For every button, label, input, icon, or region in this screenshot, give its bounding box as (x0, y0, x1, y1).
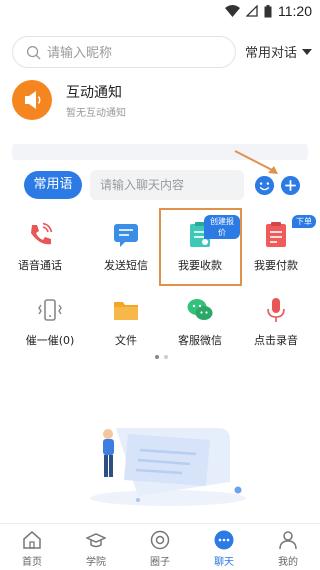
home-icon (23, 531, 41, 549)
annotation-highlight-box (159, 208, 242, 286)
at-circle-icon (150, 530, 170, 550)
grid-item-nudge[interactable]: 催一催(0) (10, 290, 90, 350)
page-dot-active (155, 355, 159, 359)
chat-input[interactable] (90, 170, 244, 200)
grid-item-label: 我要付款 (254, 259, 298, 272)
plus-icon[interactable] (280, 175, 301, 196)
tab-profile[interactable]: 我的 (256, 524, 320, 570)
grid-item-label: 发送短信 (104, 259, 148, 272)
bottom-tab-bar: 首页 学院 圈子 聊天 我的 (0, 523, 320, 570)
sms-icon (114, 224, 138, 247)
search-row: 常用对话 (12, 36, 312, 68)
search-input[interactable] (47, 43, 227, 63)
status-time: 11:20 (278, 3, 312, 19)
battery-icon (264, 4, 272, 17)
quick-reply-row: 常用语 (12, 170, 312, 200)
grid-item-record-audio[interactable]: 点击录音 (236, 290, 316, 350)
empty-chat-illustration (90, 428, 246, 506)
tab-label: 聊天 (214, 557, 234, 568)
tab-academy[interactable]: 学院 (64, 524, 128, 570)
grid-item-send-sms[interactable]: 发送短信 (86, 215, 166, 275)
common-dialogs-dropdown[interactable]: 常用对话 (245, 42, 312, 61)
search-icon (26, 45, 41, 60)
megaphone-icon (25, 91, 41, 109)
grid-item-voice-call[interactable]: 语音通话 (0, 215, 80, 275)
place-order-badge: 下单 (292, 215, 316, 228)
grid-item-label: 语音通话 (18, 259, 62, 272)
grid-item-label: 文件 (115, 334, 137, 347)
chat-bubble-icon (214, 530, 234, 550)
graduation-cap-icon (86, 533, 106, 548)
interaction-notice[interactable]: 互动通知 暂无互动通知 (12, 80, 308, 122)
tab-home[interactable]: 首页 (0, 524, 64, 570)
vibrate-icon (38, 299, 62, 321)
grid-item-make-payment[interactable]: 我要付款 下单 (236, 215, 316, 275)
tab-label: 圈子 (150, 557, 170, 568)
grid-item-label: 客服微信 (178, 334, 222, 347)
grid-item-label: 催一催(0) (25, 334, 75, 347)
notice-subtitle: 暂无互动通知 (66, 108, 126, 119)
page-dot (164, 355, 168, 359)
tab-label: 学院 (86, 557, 106, 568)
wechat-icon (187, 299, 213, 320)
common-dialogs-label: 常用对话 (244, 46, 297, 61)
notice-avatar (12, 80, 52, 120)
grid-item-label: 点击录音 (254, 334, 298, 347)
tab-circle[interactable]: 圈子 (128, 524, 192, 570)
page-indicator (155, 355, 168, 359)
wifi-icon (225, 5, 240, 17)
signal-empty-icon (246, 5, 258, 17)
tab-chat[interactable]: 聊天 (192, 524, 256, 570)
grid-item-service-wechat[interactable]: 客服微信 (160, 290, 240, 350)
phone-icon (31, 222, 53, 245)
status-bar: 11:20 (0, 0, 320, 24)
person-icon (279, 531, 297, 550)
emoji-icon[interactable] (254, 175, 275, 196)
notice-title: 互动通知 (66, 85, 122, 101)
caret-down-icon (302, 48, 312, 55)
microphone-icon (267, 298, 285, 322)
search-box[interactable] (12, 36, 236, 68)
folder-icon (114, 302, 138, 320)
tab-label: 首页 (22, 557, 42, 568)
tab-label: 我的 (278, 557, 298, 568)
status-icons: 11:20 (225, 3, 312, 19)
common-phrases-button[interactable]: 常用语 (24, 171, 82, 199)
grid-item-file[interactable]: 文件 (86, 290, 166, 350)
payment-icon (266, 222, 286, 247)
